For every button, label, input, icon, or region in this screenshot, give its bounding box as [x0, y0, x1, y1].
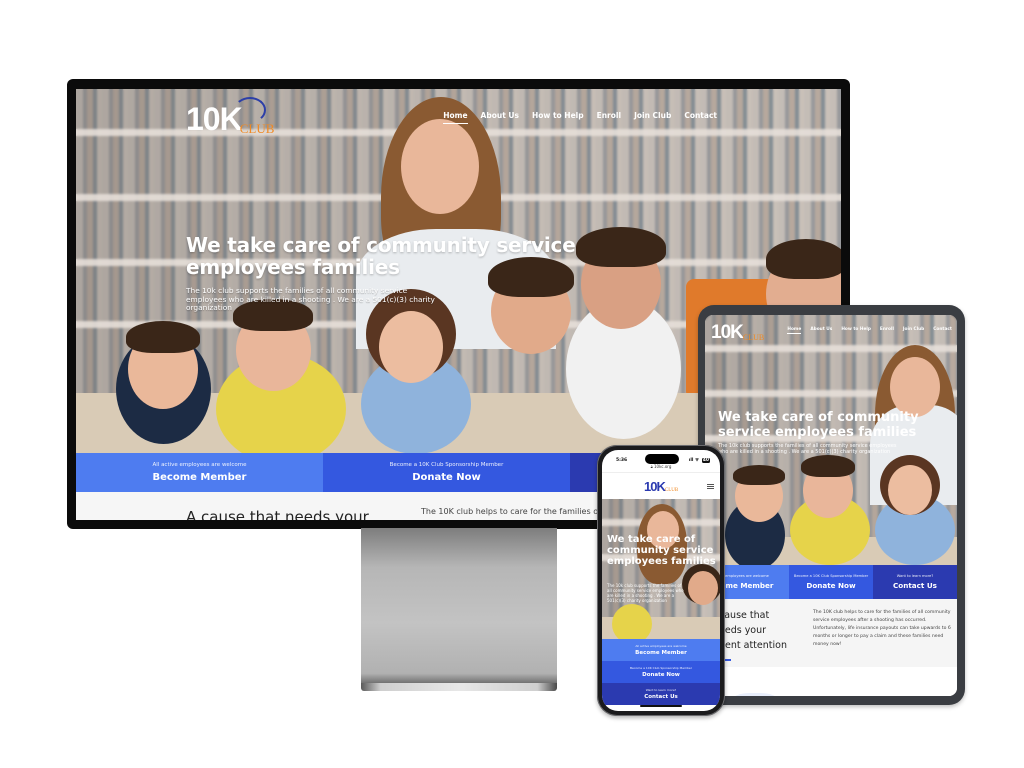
- logo-club-text: CLUB: [239, 121, 275, 136]
- nav-about-us[interactable]: About Us: [810, 327, 832, 332]
- become-member-button[interactable]: All active employees are welcome Become …: [76, 453, 323, 492]
- cta-label: Contact Us: [893, 581, 937, 590]
- cta-label: Become Member: [635, 650, 687, 656]
- nav-join-club[interactable]: Join Club: [903, 327, 924, 332]
- nav-enroll[interactable]: Enroll: [880, 327, 894, 332]
- cta-caption: Become a 10K Club Sponsorship Member: [629, 666, 692, 670]
- about-illustration: [732, 693, 778, 696]
- nav-enroll[interactable]: Enroll: [597, 111, 621, 123]
- logo-club-text: CLUB: [664, 488, 679, 493]
- status-time: 5:36: [616, 457, 628, 463]
- main-nav: Home About Us How to Help Enroll Join Cl…: [443, 111, 717, 124]
- cause-section: cause that eeds your gent attention The …: [705, 599, 957, 667]
- cta-caption: employees are welcome: [725, 574, 769, 578]
- phone-device: 5:36 ıll ᯤ 40 🔒︎ 10kc.org 10K CLUB We ta…: [597, 445, 725, 716]
- cta-caption: Become a 10K Club Sponsorship Member: [389, 462, 504, 468]
- nav-home[interactable]: Home: [787, 327, 801, 334]
- cta-caption: All active employees are welcome: [635, 644, 687, 648]
- cta-label: Donate Now: [412, 472, 481, 483]
- cta-caption: Become a 10K Club Sponsorship Member: [793, 574, 869, 578]
- about-section: ABOUT US: [705, 667, 957, 696]
- cause-title: A cause that needs your: [186, 508, 369, 520]
- donate-now-button[interactable]: Become a 10K Club Sponsorship Member Don…: [602, 661, 720, 683]
- phone-hero: We take care of community service employ…: [602, 499, 720, 639]
- cause-text: The 10K club helps to care for the famil…: [813, 610, 951, 647]
- cta-label: ome Member: [720, 581, 774, 590]
- main-nav: Home About Us How to Help Enroll Join Cl…: [787, 327, 952, 334]
- nav-contact[interactable]: Contact: [933, 327, 952, 332]
- lock-icon: 🔒︎: [650, 464, 653, 469]
- tablet-device: 10K CLUB Home About Us How to Help Enrol…: [698, 305, 965, 705]
- tablet-hero: 10K CLUB Home About Us How to Help Enrol…: [705, 315, 957, 565]
- logo-10k-text: 10K: [644, 479, 666, 494]
- cta-caption: Want to learn more?: [645, 688, 677, 692]
- monitor-stand-foot: [361, 683, 557, 691]
- hero-headline: We take care of community service employ…: [607, 534, 716, 567]
- hamburger-menu-icon[interactable]: [707, 484, 714, 489]
- contact-us-button[interactable]: Want to learn more? Contact Us: [602, 683, 720, 705]
- logo-club-text: CLUB: [742, 333, 765, 342]
- hero-headline: We take care of community service employ…: [186, 233, 576, 279]
- phone-screen: 5:36 ıll ᯤ 40 🔒︎ 10kc.org 10K CLUB We ta…: [602, 450, 720, 711]
- cta-row: employees are welcome ome Member Become …: [705, 565, 957, 599]
- nav-how-to-help[interactable]: How to Help: [841, 327, 871, 332]
- hero-subtext: The 10k club supports the families of al…: [607, 583, 684, 603]
- logo-10k-text: 10K: [711, 322, 744, 343]
- cta-caption: All active employees are welcome: [152, 462, 247, 468]
- eagle-icon: [234, 97, 266, 123]
- hero-headline: We take care of community service employ…: [718, 410, 919, 440]
- tablet-screen: 10K CLUB Home About Us How to Help Enrol…: [705, 315, 957, 696]
- donate-now-button[interactable]: Become a 10K Club Sponsorship Member Don…: [789, 565, 873, 599]
- dynamic-island: [645, 454, 679, 464]
- cta-label: Become Member: [152, 472, 247, 483]
- nav-about-us[interactable]: About Us: [481, 111, 519, 123]
- site-logo[interactable]: 10K CLUB: [711, 323, 764, 342]
- nav-contact[interactable]: Contact: [684, 111, 717, 123]
- phone-header: 10K CLUB: [602, 472, 720, 498]
- battery-icon: 40: [701, 458, 710, 463]
- home-indicator[interactable]: [640, 705, 682, 707]
- hero-subtext: The 10k club supports the families of al…: [186, 286, 435, 312]
- hero-photo: [705, 315, 957, 565]
- hero-subtext: The 10k club supports the families of al…: [718, 443, 897, 455]
- cta-caption: Want to learn more?: [896, 574, 934, 578]
- cause-title: cause that eeds your gent attention: [719, 610, 787, 651]
- site-logo[interactable]: 10K CLUB: [644, 480, 678, 493]
- become-member-button[interactable]: All active employees are welcome Become …: [602, 639, 720, 661]
- cause-text: The 10K club helps to care for the famil…: [421, 507, 601, 516]
- address-bar[interactable]: 🔒︎ 10kc.org: [602, 464, 720, 469]
- contact-us-button[interactable]: Want to learn more? Contact Us: [873, 565, 957, 599]
- cta-label: Contact Us: [644, 694, 678, 700]
- status-icons: ıll ᯤ 40: [689, 457, 710, 463]
- nav-home[interactable]: Home: [443, 111, 468, 124]
- device-mockup-stage: 10K CLUB Home About Us How to Help Enrol…: [0, 0, 1024, 768]
- site-logo[interactable]: 10K CLUB: [186, 97, 275, 136]
- signal-wifi-icon: ıll ᯤ: [688, 458, 700, 463]
- url-text: 10kc.org: [653, 464, 672, 469]
- cta-label: Donate Now: [806, 581, 856, 590]
- monitor-stand: [361, 528, 557, 686]
- hero-photo: [602, 499, 720, 639]
- donate-now-button[interactable]: Become a 10K Club Sponsorship Member Don…: [323, 453, 570, 492]
- nav-how-to-help[interactable]: How to Help: [532, 111, 584, 123]
- cta-label: Donate Now: [642, 672, 680, 678]
- nav-join-club[interactable]: Join Club: [634, 111, 671, 123]
